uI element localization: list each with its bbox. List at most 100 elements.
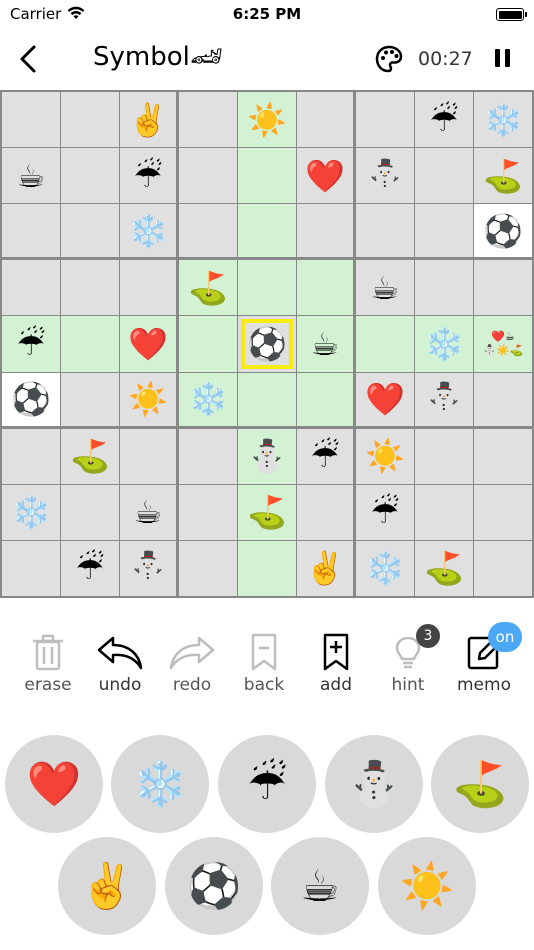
hint-button[interactable]: hint 3 xyxy=(372,624,444,696)
grid-cell[interactable] xyxy=(474,260,532,316)
grid-cell[interactable]: ☕ xyxy=(356,260,414,316)
grid-cell[interactable] xyxy=(415,260,473,316)
erase-button[interactable]: erase xyxy=(12,630,84,696)
grid-cell[interactable] xyxy=(474,372,532,426)
grid-cell[interactable]: ⛄ xyxy=(238,428,296,484)
grid-cell[interactable]: ☕ xyxy=(2,148,60,204)
grid-cell[interactable] xyxy=(61,204,119,258)
grid-cell[interactable] xyxy=(2,540,60,596)
grid-cell[interactable] xyxy=(61,484,119,540)
grid-cell[interactable] xyxy=(474,484,532,540)
grid-cell[interactable] xyxy=(179,148,237,204)
grid-cell[interactable] xyxy=(61,316,119,372)
grid-cell[interactable] xyxy=(238,148,296,204)
grid-cell[interactable] xyxy=(238,204,296,258)
grid-cell[interactable]: ⛳ xyxy=(474,148,532,204)
grid-cell[interactable]: ❄️ xyxy=(356,540,414,596)
pause-icon[interactable] xyxy=(490,47,516,71)
grid-cell[interactable]: ⛳ xyxy=(179,260,237,316)
grid-cell[interactable] xyxy=(2,260,60,316)
grid-cell[interactable]: ⛳ xyxy=(415,540,473,596)
symbol-button-snowman[interactable]: ⛄ xyxy=(325,735,423,833)
grid-cell[interactable] xyxy=(356,92,414,148)
grid-cell[interactable]: ⛳ xyxy=(238,484,296,540)
grid-cell[interactable] xyxy=(61,92,119,148)
redo-button[interactable]: redo xyxy=(156,630,228,696)
grid-cell[interactable]: ⛄ xyxy=(120,540,176,596)
grid-cell[interactable] xyxy=(356,316,414,372)
symbol-button-umbrella[interactable]: ☔ xyxy=(218,735,316,833)
grid-cell[interactable] xyxy=(356,204,414,258)
grid-cell[interactable]: ⚽ xyxy=(2,372,60,426)
grid-cell[interactable]: ⛳ xyxy=(61,428,119,484)
symbol-button-golf-flag[interactable]: ⛳ xyxy=(431,735,529,833)
symbol-button-snowflake[interactable]: ❄️ xyxy=(111,735,209,833)
grid-cell[interactable] xyxy=(415,148,473,204)
grid-cell[interactable]: ❄️ xyxy=(120,204,176,258)
grid-cell[interactable]: ☕ xyxy=(120,484,176,540)
grid-cell[interactable]: ☔ xyxy=(415,92,473,148)
grid-cell[interactable]: ⚽ xyxy=(474,204,532,258)
back-button[interactable]: back xyxy=(228,630,300,696)
grid-cell[interactable]: ❄️ xyxy=(2,484,60,540)
grid-cell[interactable] xyxy=(474,428,532,484)
symbol-button-coffee[interactable]: ☕ xyxy=(271,837,369,935)
grid-cell[interactable] xyxy=(415,428,473,484)
grid-cell[interactable] xyxy=(415,484,473,540)
grid-cell[interactable]: ☔ xyxy=(356,484,414,540)
grid-cell[interactable]: ☀️ xyxy=(120,372,176,426)
grid-cell[interactable]: ☔ xyxy=(297,428,353,484)
grid-cell[interactable] xyxy=(2,92,60,148)
grid-cell[interactable] xyxy=(179,92,237,148)
grid-cell[interactable]: ⛄ xyxy=(356,148,414,204)
grid-cell[interactable] xyxy=(179,316,237,372)
grid-cell[interactable] xyxy=(238,540,296,596)
symbol-button-victory[interactable]: ✌️ xyxy=(58,837,156,935)
grid-cell[interactable] xyxy=(297,92,353,148)
grid-cell[interactable]: ❤️ xyxy=(297,148,353,204)
grid-cell[interactable]: ⛄ xyxy=(415,372,473,426)
add-button[interactable]: add xyxy=(300,630,372,696)
palette-icon[interactable] xyxy=(374,44,404,74)
grid-cell[interactable] xyxy=(120,428,176,484)
grid-cell[interactable] xyxy=(179,484,237,540)
grid-cell[interactable]: ☔ xyxy=(120,148,176,204)
symbol-button-soccer[interactable]: ⚽ xyxy=(165,837,263,935)
grid-cell[interactable] xyxy=(61,148,119,204)
grid-cell[interactable] xyxy=(120,260,176,316)
grid-cell[interactable] xyxy=(238,260,296,316)
memo-button[interactable]: memo on xyxy=(448,622,522,696)
grid-cell[interactable]: ☀️ xyxy=(238,92,296,148)
grid-cell[interactable]: ☕ xyxy=(297,316,353,372)
grid-cell[interactable]: ☀️ xyxy=(356,428,414,484)
grid-cell[interactable]: ❄️ xyxy=(415,316,473,372)
symbol-button-heart[interactable]: ❤️ xyxy=(5,735,103,833)
symbol-button-sun[interactable]: ☀️ xyxy=(378,837,476,935)
grid-cell[interactable] xyxy=(2,428,60,484)
grid-cell[interactable]: ✌️ xyxy=(120,92,176,148)
grid-cell[interactable]: ☔ xyxy=(61,540,119,596)
undo-button[interactable]: undo xyxy=(84,630,156,696)
grid-cell[interactable] xyxy=(179,204,237,258)
grid-cell[interactable]: ❤️ xyxy=(356,372,414,426)
grid-cell[interactable] xyxy=(61,260,119,316)
grid-cell[interactable] xyxy=(61,372,119,426)
grid-cell[interactable] xyxy=(297,204,353,258)
grid-cell[interactable]: ❄️ xyxy=(474,92,532,148)
grid-cell[interactable]: ⚽ xyxy=(238,316,296,372)
grid-cell[interactable]: ❤️ xyxy=(120,316,176,372)
grid-cell[interactable] xyxy=(179,428,237,484)
grid-cell[interactable] xyxy=(2,204,60,258)
back-chevron-icon[interactable] xyxy=(14,42,44,76)
grid-cell[interactable] xyxy=(297,484,353,540)
grid-cell[interactable]: ✌️ xyxy=(297,540,353,596)
grid-cell[interactable]: ❤️☕ ⛄☀️⛳ xyxy=(474,316,532,372)
grid-cell[interactable] xyxy=(474,540,532,596)
grid-cell[interactable] xyxy=(297,372,353,426)
grid-cell[interactable] xyxy=(415,204,473,258)
grid-cell[interactable]: ❄️ xyxy=(179,372,237,426)
grid-cell[interactable] xyxy=(179,540,237,596)
grid-cell[interactable]: ☔ xyxy=(2,316,60,372)
grid-cell[interactable] xyxy=(297,260,353,316)
grid-cell[interactable] xyxy=(238,372,296,426)
